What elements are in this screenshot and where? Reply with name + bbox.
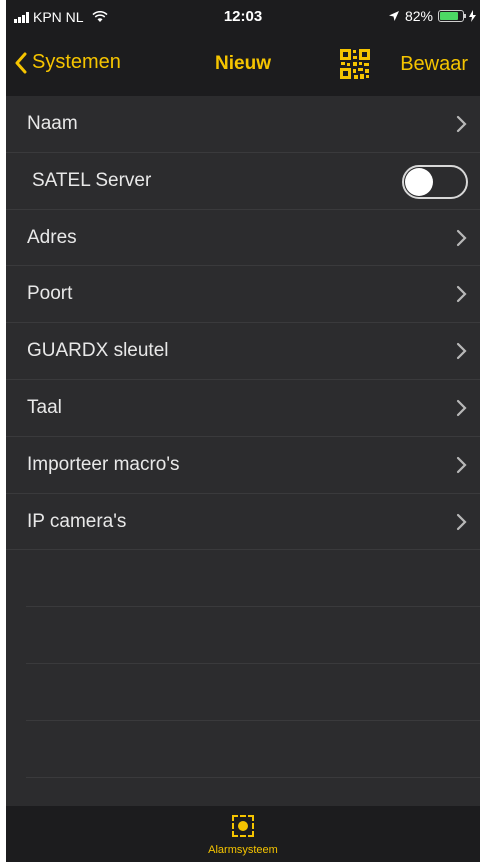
chevron-right-icon bbox=[456, 115, 467, 133]
qr-code-icon[interactable] bbox=[339, 48, 371, 80]
row-adres[interactable]: Adres bbox=[6, 210, 480, 267]
row-importeer-macros[interactable]: Importeer macro's bbox=[6, 437, 480, 494]
tab-label: Alarmsysteem bbox=[208, 844, 278, 856]
empty-row bbox=[26, 664, 480, 721]
chevron-right-icon bbox=[456, 456, 467, 473]
row-naam[interactable]: Naam bbox=[6, 96, 480, 153]
row-satel-server: SATEL Server bbox=[6, 153, 480, 210]
empty-row bbox=[26, 550, 480, 608]
row-label: IP camera's bbox=[27, 510, 127, 532]
tab-alarmsysteem[interactable]: Alarmsysteem bbox=[6, 815, 480, 856]
chevron-right-icon bbox=[456, 399, 467, 417]
satel-server-toggle[interactable] bbox=[402, 164, 468, 199]
toggle-knob bbox=[405, 167, 433, 196]
row-label: GUARDX sleutel bbox=[27, 340, 169, 362]
charging-bolt-icon bbox=[469, 10, 476, 22]
row-label: Taal bbox=[27, 396, 62, 418]
empty-row bbox=[26, 607, 480, 664]
chevron-right-icon bbox=[456, 343, 467, 360]
row-label: Poort bbox=[27, 283, 73, 305]
chevron-right-icon bbox=[456, 286, 467, 303]
row-poort[interactable]: Poort bbox=[6, 266, 480, 324]
chevron-right-icon bbox=[456, 513, 467, 530]
battery-icon bbox=[438, 10, 466, 22]
chevron-right-icon bbox=[456, 229, 467, 246]
phone-screen: KPN NL 12:03 82% Systemen Nieuw Bewaar N… bbox=[6, 0, 480, 862]
alarm-system-icon bbox=[232, 815, 254, 837]
status-right: 82% bbox=[388, 8, 476, 24]
row-label: Importeer macro's bbox=[27, 453, 180, 475]
empty-row bbox=[26, 721, 480, 778]
row-label: SATEL Server bbox=[32, 169, 152, 191]
navigation-bar: Systemen Nieuw Bewaar bbox=[6, 34, 480, 96]
tab-bar: Alarmsysteem bbox=[6, 806, 480, 862]
row-label: Naam bbox=[27, 113, 78, 134]
row-taal[interactable]: Taal bbox=[6, 380, 480, 437]
battery-percent: 82% bbox=[404, 8, 433, 24]
row-label: Adres bbox=[27, 226, 77, 248]
row-ip-cameras[interactable]: IP camera's bbox=[6, 494, 480, 551]
row-guardx-sleutel[interactable]: GUARDX sleutel bbox=[6, 323, 480, 380]
save-button[interactable]: Bewaar bbox=[400, 53, 468, 76]
status-bar: KPN NL 12:03 82% bbox=[6, 0, 480, 34]
location-arrow-icon bbox=[388, 11, 399, 21]
settings-list: Naam SATEL Server Adres Poort GUARDX sle… bbox=[6, 96, 480, 778]
